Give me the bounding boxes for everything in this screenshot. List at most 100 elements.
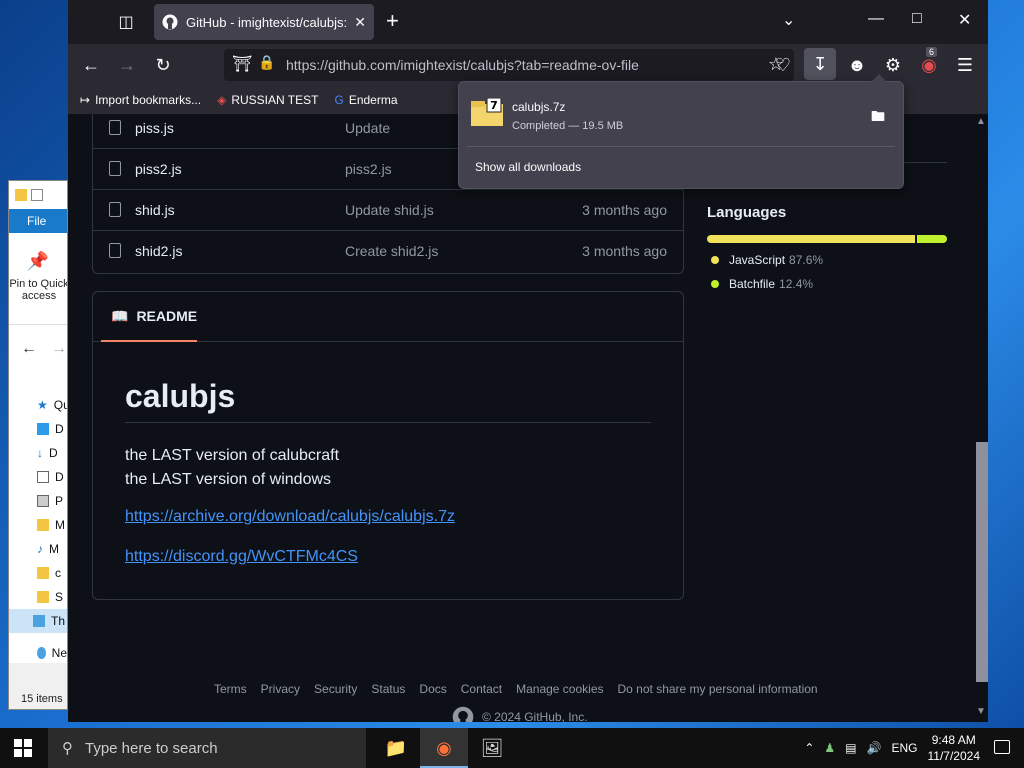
- bookmark-russian-test[interactable]: ◈ RUSSIAN TEST: [217, 93, 318, 107]
- tab-github[interactable]: GitHub - imightexist/calubjs: th ✕: [154, 4, 374, 40]
- maximize-button[interactable]: □: [912, 10, 922, 28]
- commit-message[interactable]: Create shid2.js: [345, 243, 438, 259]
- archive-link[interactable]: https://archive.org/download/calubjs/cal…: [125, 508, 455, 526]
- explorer-file-tab[interactable]: File: [9, 209, 67, 233]
- download-item[interactable]: 7 calubjs.7z Completed — 19.5 MB 🖿: [467, 88, 895, 138]
- commit-message[interactable]: piss2.js: [345, 161, 392, 177]
- nav-item-label: D: [55, 470, 64, 484]
- footer-link-security[interactable]: Security: [314, 682, 357, 696]
- nav-item-label: Th: [51, 614, 66, 628]
- computer-icon: [33, 615, 45, 627]
- page-scrollbar[interactable]: ▲ ▼: [973, 114, 988, 722]
- clock[interactable]: 9:48 AM 11/7/2024: [928, 732, 981, 764]
- nav-item[interactable]: ♪ M: [9, 537, 67, 561]
- shield-icon[interactable]: ⛩: [232, 54, 252, 74]
- network-icon[interactable]: ▤: [845, 741, 856, 755]
- system-tray: ⌃ ♟ ▤ 🔊 ENG 9:48 AM 11/7/2024: [804, 728, 980, 768]
- language-item[interactable]: Batchfile 12.4%: [707, 277, 947, 291]
- minimize-button[interactable]: —: [868, 10, 884, 28]
- pin-quick-access-label[interactable]: Pin to Quick access: [9, 278, 67, 302]
- language-item[interactable]: JavaScript 87.6%: [707, 253, 947, 267]
- tab-title: GitHub - imightexist/calubjs: th: [186, 14, 347, 30]
- file-explorer-taskbar-icon[interactable]: 📁: [372, 728, 420, 768]
- taskbar-search[interactable]: ⚲ Type here to search: [48, 728, 366, 768]
- volume-icon[interactable]: 🔊: [867, 741, 882, 755]
- forward-icon[interactable]: →: [51, 340, 67, 358]
- ublock-icon[interactable]: ◉: [918, 54, 940, 76]
- nav-item[interactable]: D: [9, 465, 67, 489]
- nav-item-quick-access[interactable]: ★ Qu: [9, 393, 67, 417]
- nav-item[interactable]: S: [9, 585, 67, 609]
- account-icon[interactable]: ☻: [846, 54, 868, 76]
- bookmark-enderman[interactable]: G Enderma: [334, 93, 397, 107]
- downloads-button[interactable]: ↧: [804, 48, 836, 80]
- lock-icon[interactable]: 🔒: [258, 54, 275, 71]
- readme-tab[interactable]: 📖 README: [101, 292, 197, 342]
- panel-arrow: [871, 74, 887, 82]
- nav-item-network[interactable]: Ne: [9, 641, 67, 665]
- close-tab-icon[interactable]: ✕: [354, 14, 366, 31]
- language-indicator[interactable]: ENG: [891, 741, 917, 755]
- url-text[interactable]: https://github.com/imightexist/calubjs?t…: [286, 57, 639, 73]
- list-tabs-icon[interactable]: ⌄: [782, 10, 795, 30]
- close-window-button[interactable]: ✕: [958, 10, 971, 30]
- app-taskbar-icon[interactable]: 🖼: [468, 728, 516, 768]
- footer-link-privacy[interactable]: Privacy: [261, 682, 300, 696]
- download-status: Completed — 19.5 MB: [512, 120, 624, 132]
- file-name[interactable]: shid2.js: [135, 243, 182, 259]
- languages-bar: [707, 235, 947, 243]
- nav-item[interactable]: P: [9, 489, 67, 513]
- show-all-downloads-button[interactable]: Show all downloads: [475, 160, 581, 174]
- back-icon[interactable]: ←: [21, 340, 37, 358]
- nav-item-label: M: [55, 518, 65, 532]
- file-icon: [109, 161, 121, 176]
- nav-item-this-pc[interactable]: Th: [9, 609, 67, 633]
- github-logo-icon[interactable]: [452, 706, 474, 722]
- nav-item[interactable]: ↓ D: [9, 441, 67, 465]
- bookmark-label: RUSSIAN TEST: [231, 93, 319, 107]
- nav-item[interactable]: M: [9, 513, 67, 537]
- bookmark-import[interactable]: ↦ Import bookmarks...: [80, 93, 201, 107]
- commit-message[interactable]: Update: [345, 120, 390, 136]
- footer-link-docs[interactable]: Docs: [419, 682, 446, 696]
- footer-link-status[interactable]: Status: [371, 682, 405, 696]
- url-bar[interactable]: ⛩ 🔒 https://github.com/imightexist/calub…: [224, 49, 794, 81]
- back-icon[interactable]: ←: [80, 54, 102, 76]
- nav-item-label: D: [49, 446, 58, 460]
- file-name[interactable]: shid.js: [135, 202, 175, 218]
- extensions-icon[interactable]: ⚙: [882, 54, 904, 76]
- forward-icon[interactable]: →: [116, 54, 138, 76]
- footer-link-terms[interactable]: Terms: [214, 682, 247, 696]
- pocket-icon[interactable]: ♡: [772, 54, 794, 76]
- people-icon[interactable]: ♟: [824, 741, 835, 755]
- file-explorer-window[interactable]: File 📌 Pin to Quick access ← → ★Qu D ↓D …: [8, 180, 68, 710]
- menu-icon[interactable]: ☰: [954, 54, 976, 76]
- pin-icon[interactable]: 📌: [9, 251, 67, 272]
- nav-item[interactable]: D: [9, 417, 67, 441]
- discord-link[interactable]: https://discord.gg/WvCTFMc4CS: [125, 548, 358, 566]
- site-icon: ◈: [217, 93, 227, 107]
- show-in-folder-icon[interactable]: 🖿: [871, 106, 885, 130]
- nav-item[interactable]: c: [9, 561, 67, 585]
- file-name[interactable]: piss.js: [135, 120, 174, 136]
- nav-item-label: c: [55, 566, 61, 580]
- scrollbar-thumb[interactable]: [976, 442, 988, 682]
- show-hidden-icons[interactable]: ⌃: [804, 741, 814, 755]
- scroll-up-icon[interactable]: ▲: [976, 116, 986, 127]
- scroll-down-icon[interactable]: ▼: [976, 706, 986, 717]
- firefox-taskbar-icon[interactable]: ◉: [420, 728, 468, 768]
- footer-link-cookies[interactable]: Manage cookies: [516, 682, 603, 696]
- footer-link-do-not-share[interactable]: Do not share my personal information: [618, 682, 818, 696]
- windows-start-icon[interactable]: [14, 739, 32, 757]
- new-tab-button[interactable]: +: [386, 10, 399, 32]
- notifications-icon[interactable]: [994, 740, 1010, 754]
- file-row: shid2.js Create shid2.js 3 months ago: [93, 231, 683, 272]
- commit-message[interactable]: Update shid.js: [345, 202, 434, 218]
- reload-icon[interactable]: ↻: [152, 54, 174, 76]
- file-name[interactable]: piss2.js: [135, 161, 182, 177]
- download-icon: ↧: [812, 54, 828, 74]
- footer-link-contact[interactable]: Contact: [461, 682, 502, 696]
- import-icon: ↦: [80, 93, 91, 107]
- nav-item-label: Ne: [51, 646, 67, 660]
- tab-overview-icon[interactable]: ◫: [116, 12, 136, 32]
